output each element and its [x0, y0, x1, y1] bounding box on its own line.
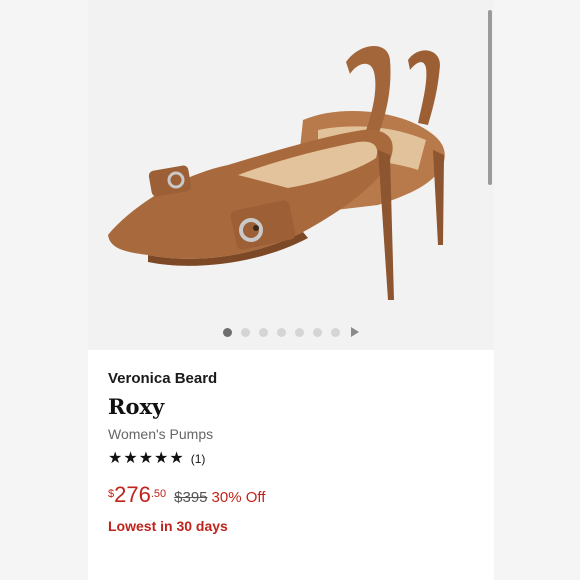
product-category: Women's Pumps [108, 426, 214, 442]
price-row: $ 276 .50 $395 30% Off [108, 482, 484, 507]
original-price: $395 [174, 489, 208, 506]
carousel-dot-4[interactable] [277, 327, 286, 337]
star-rating-icon: ★★★★★ [108, 450, 185, 467]
carousel-dot-1[interactable] [223, 327, 232, 337]
product-image[interactable] [88, 0, 494, 350]
product-name: Roxy [108, 394, 165, 419]
price-dollars: 276 [114, 482, 151, 507]
rating[interactable]: ★★★★★ (1) [108, 450, 484, 468]
discount-label: 30% Off [211, 489, 266, 506]
carousel-dot-6[interactable] [313, 327, 322, 337]
carousel-dot-2[interactable] [241, 327, 250, 337]
brand-name[interactable]: Veronica Beard [108, 370, 484, 388]
product-info: Veronica Beard Roxy Women's Pumps ★★★★★ … [108, 370, 484, 534]
shoe-illustration [108, 45, 445, 300]
price-note: Lowest in 30 days [108, 518, 228, 534]
image-carousel-indicator[interactable] [88, 323, 494, 341]
rating-count[interactable]: (1) [191, 452, 206, 466]
play-icon[interactable] [351, 327, 359, 337]
product-card: Veronica Beard Roxy Women's Pumps ★★★★★ … [88, 0, 494, 580]
carousel-dot-5[interactable] [295, 327, 304, 337]
front-shoe [108, 45, 394, 300]
page-scrollbar[interactable] [488, 10, 492, 185]
carousel-dot-7[interactable] [331, 327, 340, 337]
carousel-dot-3[interactable] [259, 327, 268, 337]
price-cents: .50 [150, 488, 167, 500]
